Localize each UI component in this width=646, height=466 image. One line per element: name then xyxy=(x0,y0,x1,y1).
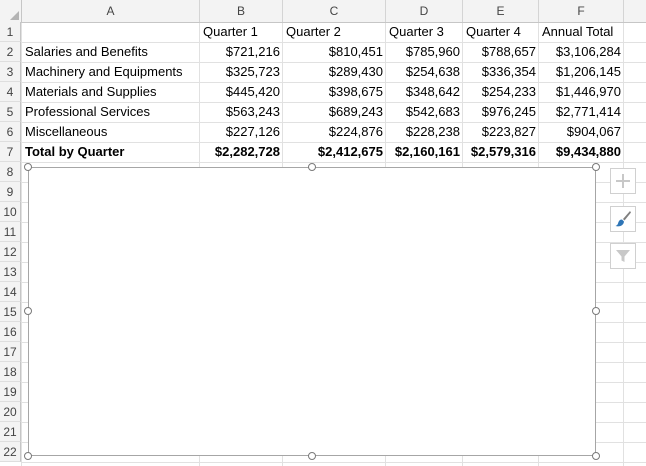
row-header-1[interactable]: 1 xyxy=(0,22,21,42)
row-header-3[interactable]: 3 xyxy=(0,62,21,82)
filter-icon xyxy=(616,250,630,262)
row-header-5[interactable]: 5 xyxy=(0,102,21,122)
row-header-17[interactable]: 17 xyxy=(0,342,21,362)
cell-b6[interactable]: $227,126 xyxy=(200,122,283,142)
cell-f7[interactable]: $9,434,880 xyxy=(539,142,624,162)
row-header-9[interactable]: 9 xyxy=(0,182,21,202)
cell-f2[interactable]: $3,106,284 xyxy=(539,42,624,62)
cell-c5[interactable]: $689,243 xyxy=(283,102,386,122)
row-header-13[interactable]: 13 xyxy=(0,262,21,282)
cell-a6[interactable]: Miscellaneous xyxy=(22,122,200,142)
row-header-19[interactable]: 19 xyxy=(0,382,21,402)
row-header-6[interactable]: 6 xyxy=(0,122,21,142)
cell-e3[interactable]: $336,354 xyxy=(463,62,539,82)
cell-e7[interactable]: $2,579,316 xyxy=(463,142,539,162)
row-header-8[interactable]: 8 xyxy=(0,162,21,182)
row-header-12[interactable]: 12 xyxy=(0,242,21,262)
cell-f3[interactable]: $1,206,145 xyxy=(539,62,624,82)
paintbrush-icon xyxy=(615,211,631,227)
row-header-7[interactable]: 7 xyxy=(0,142,21,162)
cell-c2[interactable]: $810,451 xyxy=(283,42,386,62)
cell-b5[interactable]: $563,243 xyxy=(200,102,283,122)
resize-handle-top-left[interactable] xyxy=(24,163,32,171)
cell-d6[interactable]: $228,238 xyxy=(386,122,463,142)
chart-styles-button[interactable] xyxy=(610,206,636,232)
resize-handle-bottom-left[interactable] xyxy=(24,452,32,460)
resize-handle-left[interactable] xyxy=(24,307,32,315)
cell-f6[interactable]: $904,067 xyxy=(539,122,624,142)
chart-elements-button[interactable] xyxy=(610,168,636,194)
cell-a3[interactable]: Machinery and Equipments xyxy=(22,62,200,82)
cell-c7[interactable]: $2,412,675 xyxy=(283,142,386,162)
column-header-d[interactable]: D xyxy=(386,0,463,22)
row-header-14[interactable]: 14 xyxy=(0,282,21,302)
column-header-bar: A B C D E F xyxy=(0,0,646,23)
cell-b4[interactable]: $445,420 xyxy=(200,82,283,102)
select-all-button[interactable] xyxy=(0,0,22,22)
cell-f5[interactable]: $2,771,414 xyxy=(539,102,624,122)
column-header-c[interactable]: C xyxy=(283,0,386,22)
cell-a4[interactable]: Materials and Supplies xyxy=(22,82,200,102)
resize-handle-top-right[interactable] xyxy=(592,163,600,171)
cell-d4[interactable]: $348,642 xyxy=(386,82,463,102)
row-header-18[interactable]: 18 xyxy=(0,362,21,382)
cell-b3[interactable]: $325,723 xyxy=(200,62,283,82)
row-header-2[interactable]: 2 xyxy=(0,42,21,62)
cell-a5[interactable]: Professional Services xyxy=(22,102,200,122)
cell-e1[interactable]: Quarter 4 xyxy=(463,22,539,42)
cell-c3[interactable]: $289,430 xyxy=(283,62,386,82)
row-header-21[interactable]: 21 xyxy=(0,422,21,442)
cell-e5[interactable]: $976,245 xyxy=(463,102,539,122)
grid-line xyxy=(22,162,646,163)
cell-b7[interactable]: $2,282,728 xyxy=(200,142,283,162)
spreadsheet-grid[interactable]: A B C D E F 1 2 3 4 5 6 7 8 9 10 11 12 1… xyxy=(0,0,646,466)
cell-c1[interactable]: Quarter 2 xyxy=(283,22,386,42)
column-header-b[interactable]: B xyxy=(200,0,283,22)
cell-f1[interactable]: Annual Total xyxy=(539,22,624,42)
resize-handle-top[interactable] xyxy=(308,163,316,171)
cell-b2[interactable]: $721,216 xyxy=(200,42,283,62)
column-header-e[interactable]: E xyxy=(463,0,539,22)
resize-handle-bottom-right[interactable] xyxy=(592,452,600,460)
cell-e2[interactable]: $788,657 xyxy=(463,42,539,62)
cell-e6[interactable]: $223,827 xyxy=(463,122,539,142)
cell-d3[interactable]: $254,638 xyxy=(386,62,463,82)
cell-c6[interactable]: $224,876 xyxy=(283,122,386,142)
cell-c4[interactable]: $398,675 xyxy=(283,82,386,102)
row-header-11[interactable]: 11 xyxy=(0,222,21,242)
grid-line xyxy=(22,462,646,463)
cell-b1[interactable]: Quarter 1 xyxy=(200,22,283,42)
chart-filters-button[interactable] xyxy=(610,243,636,269)
cell-d5[interactable]: $542,683 xyxy=(386,102,463,122)
row-header-22[interactable]: 22 xyxy=(0,442,21,462)
cell-d7[interactable]: $2,160,161 xyxy=(386,142,463,162)
cell-a7[interactable]: Total by Quarter xyxy=(22,142,200,162)
select-all-icon xyxy=(10,11,19,20)
row-header-20[interactable]: 20 xyxy=(0,402,21,422)
chart-area[interactable] xyxy=(28,167,596,456)
row-header-16[interactable]: 16 xyxy=(0,322,21,342)
cell-d2[interactable]: $785,960 xyxy=(386,42,463,62)
cell-d1[interactable]: Quarter 3 xyxy=(386,22,463,42)
cell-a2[interactable]: Salaries and Benefits xyxy=(22,42,200,62)
row-header-10[interactable]: 10 xyxy=(0,202,21,222)
row-header-4[interactable]: 4 xyxy=(0,82,21,102)
resize-handle-right[interactable] xyxy=(592,307,600,315)
plus-icon xyxy=(616,174,630,188)
column-header-f[interactable]: F xyxy=(539,0,624,22)
cell-f4[interactable]: $1,446,970 xyxy=(539,82,624,102)
column-header-a[interactable]: A xyxy=(22,0,200,22)
cell-e4[interactable]: $254,233 xyxy=(463,82,539,102)
resize-handle-bottom[interactable] xyxy=(308,452,316,460)
row-header-15[interactable]: 15 xyxy=(0,302,21,322)
